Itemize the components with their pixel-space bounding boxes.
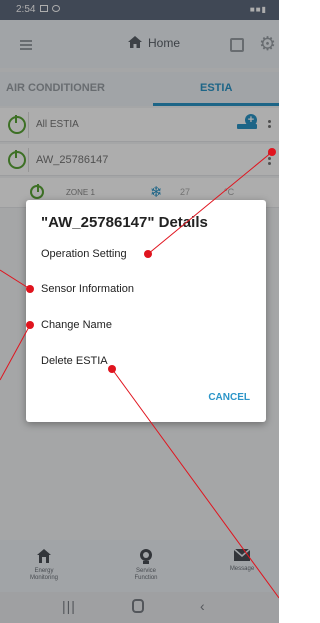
callout-line [147, 151, 273, 255]
phone-screen: 2:54 ■■▮ Home ⚙ AIR CONDITIONER ESTIA Al… [0, 0, 279, 623]
callout-dot [268, 148, 276, 156]
callout-dot [108, 365, 116, 373]
callout-line [111, 368, 279, 599]
callout-dot [26, 321, 34, 329]
callout-annotations [0, 148, 279, 599]
callout-dot [26, 285, 34, 293]
callout-line [0, 269, 31, 290]
callout-dot [144, 250, 152, 258]
callout-line [0, 324, 31, 381]
